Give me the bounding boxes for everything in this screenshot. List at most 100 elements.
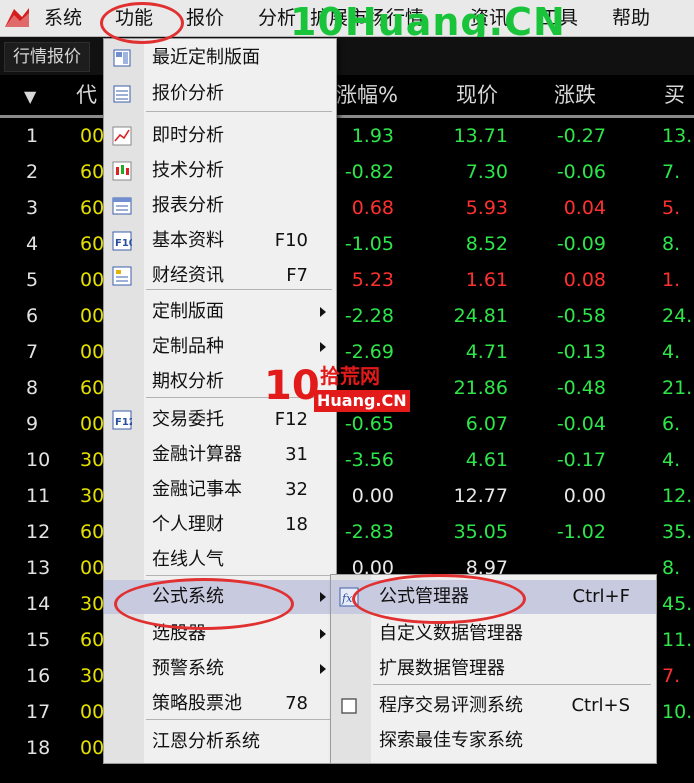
menu-item-shortcut: F10: [274, 230, 308, 251]
menu-item-label: 金融计算器: [152, 444, 242, 465]
menu-item[interactable]: 预警系统: [104, 652, 336, 686]
menu-item-shortcut: 31: [285, 444, 308, 465]
row-buy: 7.: [662, 665, 681, 687]
submenu-item[interactable]: 扩展数据管理器: [331, 652, 656, 686]
menu-item-label: 个人理财: [152, 514, 224, 535]
row-price: 12.77: [453, 485, 508, 507]
menu-item[interactable]: 金融计算器 31: [104, 438, 336, 472]
submenu-item[interactable]: 探索最佳专家系统: [331, 724, 656, 758]
submenu-item-shortcut: Ctrl+F: [572, 586, 630, 607]
submenu-item-label: 扩展数据管理器: [379, 658, 505, 679]
menu-item[interactable]: 江恩分析系统: [104, 725, 336, 759]
menu-divider: [146, 575, 332, 576]
row-price: 5.93: [465, 197, 508, 219]
annotation-circle-formula-manager: [352, 574, 526, 624]
center-watermark: 10 拾荒网 Huang.CN: [264, 364, 424, 416]
row-change-pct: -2.28: [344, 305, 394, 327]
row-code: 00: [80, 269, 105, 291]
row-number: 1: [26, 125, 39, 147]
row-change-pct: -2.83: [344, 521, 394, 543]
row-buy: 4.: [662, 341, 681, 363]
menu-item[interactable]: 在线人气: [104, 543, 336, 577]
tab-quotes[interactable]: 行情报价: [4, 42, 90, 72]
submenu-arrow-icon: [320, 664, 326, 674]
quote-icon: [113, 85, 131, 103]
row-change-pct: -1.05: [344, 233, 394, 255]
menu-item[interactable]: 报表分析: [104, 189, 336, 223]
row-code: 00: [80, 737, 105, 759]
app-logo-icon: [5, 8, 29, 27]
submenu-arrow-icon: [320, 592, 326, 602]
row-code: 60: [80, 233, 105, 255]
candlestick-icon: [112, 161, 132, 181]
row-buy: 8.: [662, 557, 681, 579]
menu-item[interactable]: 报价分析: [104, 77, 336, 111]
menu-item-label: 技术分析: [152, 160, 224, 181]
row-number: 11: [26, 485, 51, 507]
submenu-item-label: 探索最佳专家系统: [379, 730, 523, 751]
row-number: 8: [26, 377, 39, 399]
header-price[interactable]: 现价: [456, 82, 498, 108]
f10-icon: F10: [112, 231, 132, 251]
menu-item-label: 报表分析: [152, 195, 224, 216]
menu-item-label: 报价分析: [152, 83, 224, 104]
menu-item[interactable]: 即时分析: [104, 119, 336, 153]
menu-item[interactable]: 定制版面: [104, 295, 336, 329]
menu-item-label: 江恩分析系统: [152, 731, 260, 752]
row-number: 13: [26, 557, 51, 579]
row-code: 60: [80, 161, 105, 183]
menu-item[interactable]: 财经资讯 F7: [104, 259, 336, 293]
menu-quote[interactable]: 报价: [186, 6, 224, 30]
header-buy[interactable]: 买: [664, 82, 685, 108]
menu-item[interactable]: 金融记事本 32: [104, 473, 336, 507]
svg-text:F12: F12: [115, 417, 132, 428]
row-change-pct: -0.82: [344, 161, 394, 183]
row-code: 60: [80, 521, 105, 543]
row-change-pct: 0.68: [351, 197, 394, 219]
row-number: 4: [26, 233, 39, 255]
row-code: 00: [80, 125, 105, 147]
menu-item[interactable]: 策略股票池 78: [104, 687, 336, 721]
svg-text:F10: F10: [115, 238, 132, 249]
row-code: 30: [80, 449, 105, 471]
line-chart-icon: [112, 126, 132, 146]
submenu-item[interactable]: 自定义数据管理器: [331, 617, 656, 651]
submenu-item[interactable]: 程序交易评测系统 Ctrl+S: [331, 689, 656, 723]
row-price: 6.07: [465, 413, 508, 435]
header-change-pct[interactable]: 涨幅%: [336, 82, 398, 108]
row-change: -0.17: [556, 449, 606, 471]
menu-item[interactable]: 最近定制版面: [104, 41, 336, 75]
row-buy: 1.: [662, 269, 681, 291]
menu-item[interactable]: F10 基本资料 F10: [104, 224, 336, 258]
row-code: 00: [80, 413, 105, 435]
submenu-item-shortcut: Ctrl+S: [571, 695, 630, 716]
watermark-cn: 拾荒网: [320, 364, 380, 388]
row-code: 60: [80, 377, 105, 399]
row-buy: 5.: [662, 197, 681, 219]
menu-item[interactable]: 定制品种: [104, 330, 336, 364]
row-change-pct: -3.56: [344, 449, 394, 471]
row-buy: 24.: [662, 305, 693, 327]
watermark-site: Huang.CN: [314, 390, 410, 412]
menu-help[interactable]: 帮助: [612, 6, 650, 30]
row-change: -1.02: [556, 521, 606, 543]
menu-item[interactable]: 技术分析: [104, 154, 336, 188]
row-number: 17: [26, 701, 51, 723]
header-code[interactable]: 代: [76, 82, 97, 108]
menu-item-label: 即时分析: [152, 125, 224, 146]
submenu-divider: [373, 684, 651, 685]
row-buy: 10.: [662, 701, 693, 723]
menu-item[interactable]: 个人理财 18: [104, 508, 336, 542]
header-change[interactable]: 涨跌: [554, 82, 596, 108]
submenu-item-label: 自定义数据管理器: [379, 623, 523, 644]
menu-item-label: 期权分析: [152, 371, 224, 392]
row-price: 35.05: [453, 521, 508, 543]
menu-item-label: 最近定制版面: [152, 47, 260, 68]
row-code: 00: [80, 305, 105, 327]
row-number: 2: [26, 161, 39, 183]
row-buy: 13.: [662, 125, 693, 147]
sort-arrow-icon[interactable]: ▼: [24, 84, 36, 110]
menu-system[interactable]: 系统: [44, 6, 82, 30]
menu-item-label: 基本资料: [152, 230, 224, 251]
row-number: 7: [26, 341, 39, 363]
